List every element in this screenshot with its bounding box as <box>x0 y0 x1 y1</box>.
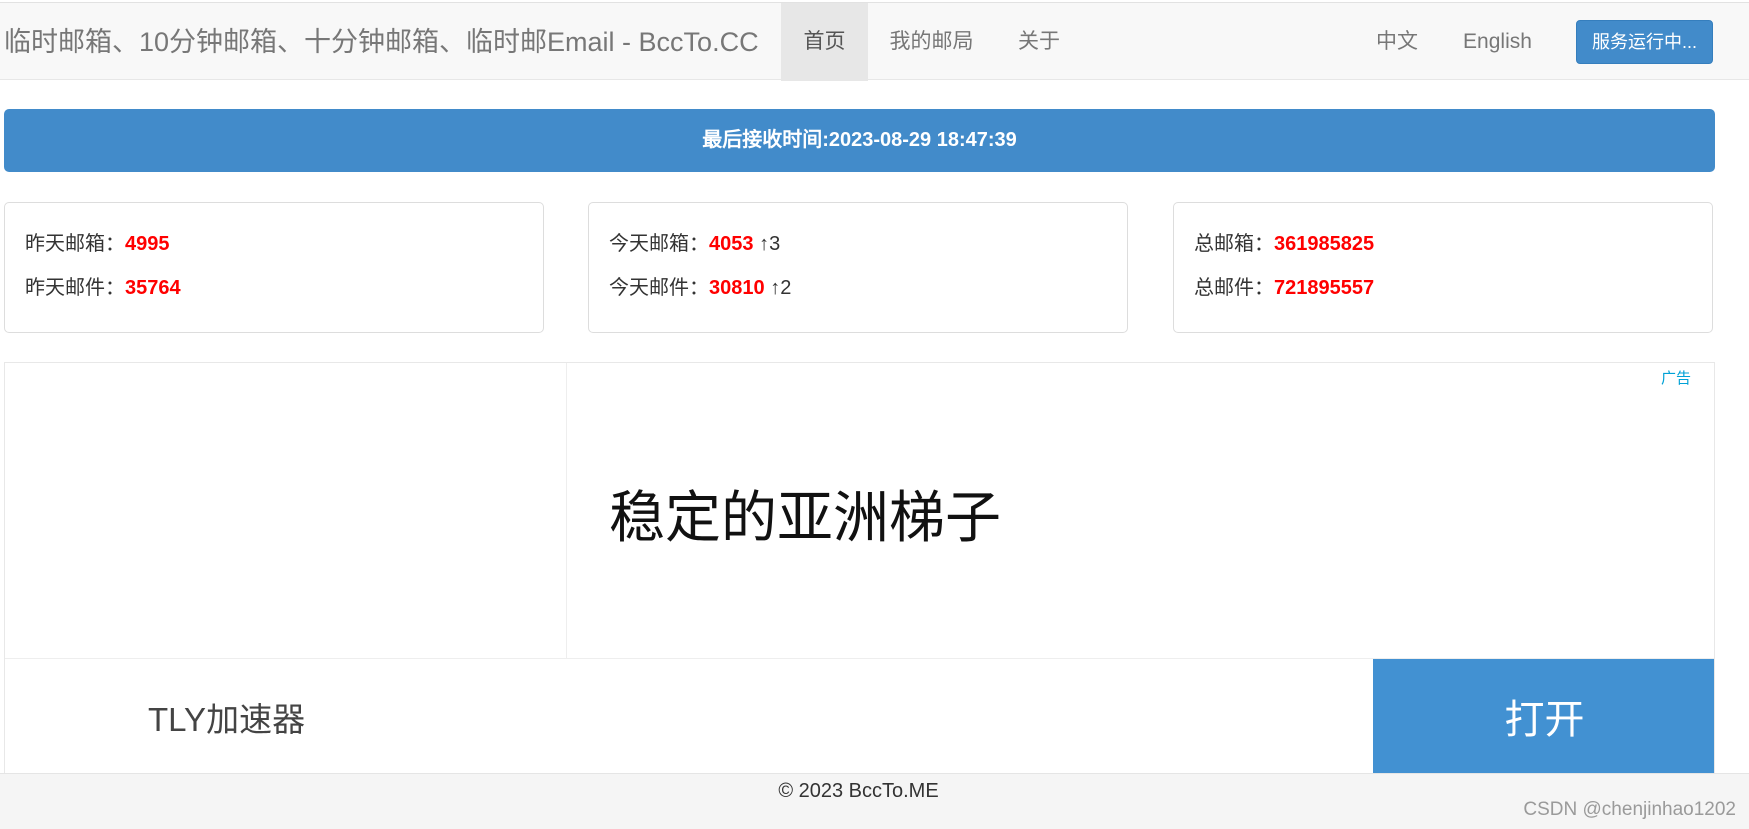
nav-my-post-office[interactable]: 我的邮局 <box>868 3 995 81</box>
footer: © 2023 BccTo.ME CSDN @chenjinhao1202 <box>0 773 1749 829</box>
stat-label: 昨天邮件： <box>25 277 125 299</box>
stat-label: 今天邮件： <box>609 277 709 299</box>
footer-copyright: © 2023 BccTo.ME <box>778 780 939 802</box>
lang-chinese-link[interactable]: 中文 <box>1357 3 1437 81</box>
stat-delta: ↑3 <box>759 233 781 255</box>
stat-value: 721895557 <box>1274 277 1375 299</box>
stat-today-mailboxes: 今天邮箱：4053 ↑3 <box>609 227 780 256</box>
nav-about[interactable]: 关于 <box>995 3 1083 81</box>
ad-label[interactable]: 广告 <box>1661 367 1691 388</box>
ad-footer-row: TLY加速器 打开 <box>5 658 1714 773</box>
stat-total-mails: 总邮件：721895557 <box>1194 271 1374 300</box>
ad-banner[interactable]: 广告 稳定的亚洲梯子 TLY加速器 打开 <box>4 362 1715 774</box>
stat-label: 总邮箱： <box>1194 233 1274 255</box>
stats-panel-yesterday: 昨天邮箱：4995 昨天邮件：35764 <box>4 202 544 333</box>
stat-total-mailboxes: 总邮箱：361985825 <box>1194 227 1374 256</box>
stats-panel-total: 总邮箱：361985825 总邮件：721895557 <box>1173 202 1713 333</box>
stat-yesterday-mails: 昨天邮件：35764 <box>25 271 181 300</box>
last-received-bar: 最后接收时间:2023-08-29 18:47:39 <box>4 109 1715 172</box>
stat-label: 总邮件： <box>1194 277 1274 299</box>
stat-value: 4995 <box>125 233 170 255</box>
ad-open-button[interactable]: 打开 <box>1373 659 1714 773</box>
stat-today-mails: 今天邮件：30810 ↑2 <box>609 271 791 300</box>
nav-home[interactable]: 首页 <box>781 3 868 81</box>
stat-value: 4053 <box>709 233 754 255</box>
site-brand[interactable]: 临时邮箱、10分钟邮箱、十分钟邮箱、临时邮Email - BccTo.CC <box>4 3 759 81</box>
stat-yesterday-mailboxes: 昨天邮箱：4995 <box>25 227 170 256</box>
stat-label: 今天邮箱： <box>609 233 709 255</box>
watermark-text: CSDN @chenjinhao1202 <box>1523 799 1736 820</box>
stats-panel-today: 今天邮箱：4053 ↑3 今天邮件：30810 ↑2 <box>588 202 1128 333</box>
service-status-button[interactable]: 服务运行中... <box>1576 20 1713 64</box>
page: 临时邮箱、10分钟邮箱、十分钟邮箱、临时邮Email - BccTo.CC 首页… <box>0 0 1749 829</box>
lang-english-link[interactable]: English <box>1450 3 1545 81</box>
stat-delta: ↑2 <box>770 277 792 299</box>
ad-advertiser-name[interactable]: TLY加速器 <box>148 693 305 741</box>
ad-headline[interactable]: 稳定的亚洲梯子 <box>609 473 1001 554</box>
stat-value: 35764 <box>125 277 181 299</box>
stat-value: 361985825 <box>1274 233 1375 255</box>
top-navbar: 临时邮箱、10分钟邮箱、十分钟邮箱、临时邮Email - BccTo.CC 首页… <box>0 2 1749 81</box>
stat-label: 昨天邮箱： <box>25 233 125 255</box>
stat-value: 30810 <box>709 277 765 299</box>
ad-image-area[interactable] <box>5 363 567 658</box>
